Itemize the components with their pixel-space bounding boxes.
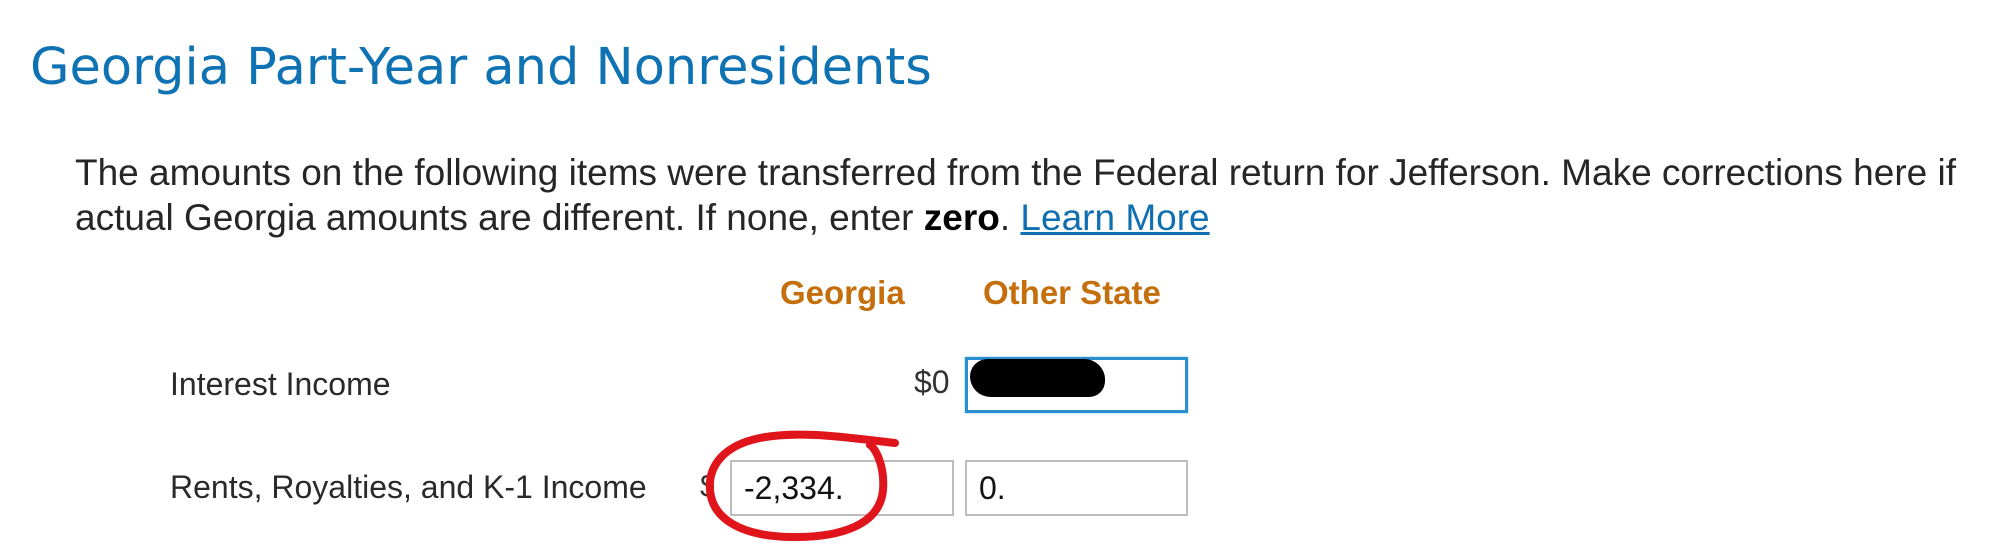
interest-income-georgia-value: $0	[914, 364, 950, 400]
rents-royalties-other-state-input[interactable]	[965, 460, 1188, 516]
page: Georgia Part-Year and Nonresidents The a…	[0, 0, 2000, 550]
intro-text-after: .	[999, 197, 1021, 238]
column-header-georgia: Georgia	[780, 274, 905, 311]
page-title: Georgia Part-Year and Nonresidents	[30, 38, 932, 97]
intro-emphasis: zero	[923, 197, 1000, 238]
row-label-interest-income: Interest Income	[170, 366, 391, 402]
row-label-rents-royalties-k1: Rents, Royalties, and K-1 Income	[170, 469, 647, 505]
redaction-mark-overlap	[1025, 362, 1105, 396]
currency-symbol: $	[700, 468, 714, 504]
learn-more-link[interactable]: Learn More	[1020, 197, 1209, 238]
rents-royalties-georgia-input[interactable]	[730, 460, 954, 516]
column-header-other-state: Other State	[983, 274, 1161, 311]
intro-paragraph: The amounts on the following items were …	[75, 150, 1975, 240]
